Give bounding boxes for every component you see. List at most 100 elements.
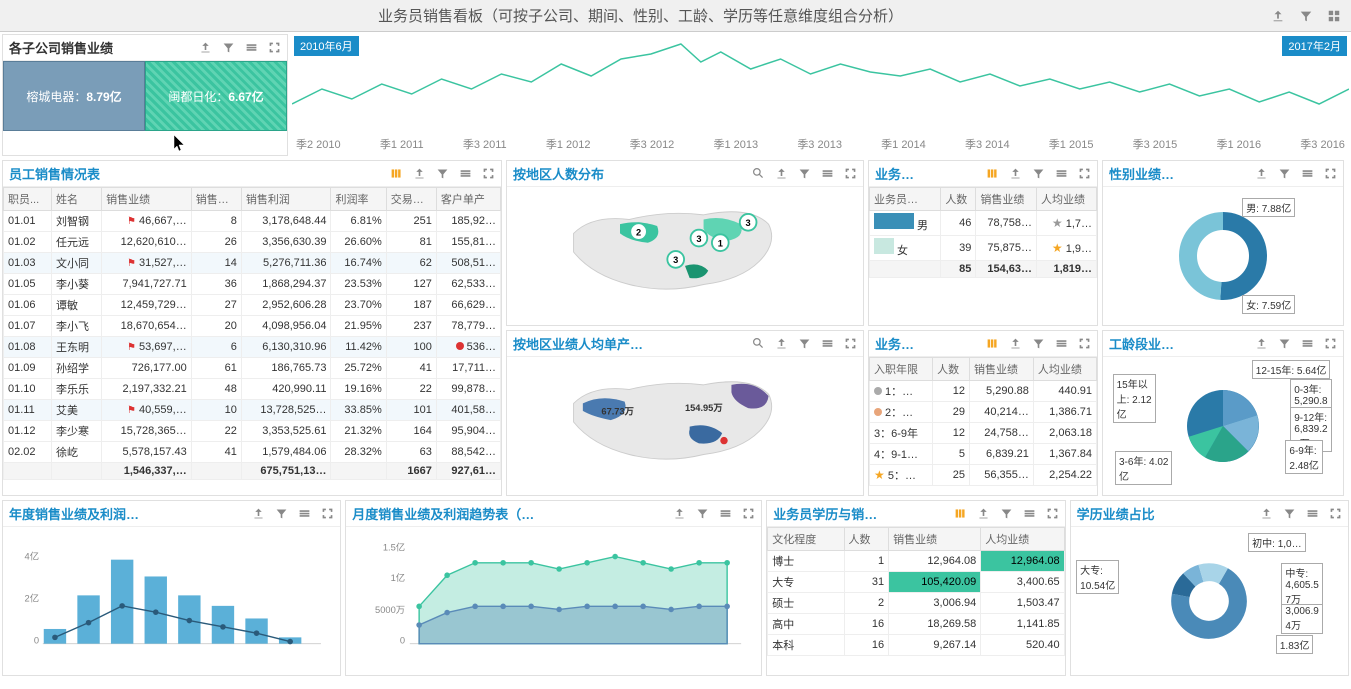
settings-icon[interactable] [1301, 167, 1314, 180]
table-row[interactable]: 01.10李乐乐2,197,332.2148420,990.1119.16%22… [4, 379, 501, 400]
settings-icon[interactable] [821, 337, 834, 350]
table-row[interactable]: 01.06谭敏12,459,729…272,952,606.2823.70%18… [4, 295, 501, 316]
export-icon[interactable] [1255, 337, 1268, 350]
table-row[interactable]: 01.03文小同⚑ 31,527,…145,276,711.3616.74%62… [4, 253, 501, 274]
tenure-table[interactable]: 入职年限人数销售业绩人均业绩 1：…125,290.88440.91 2：…29… [869, 357, 1097, 486]
col-header[interactable]: 入职年限 [870, 358, 933, 381]
region-count-map[interactable]: 2 3 1 3 3 [507, 187, 863, 325]
table-row[interactable]: 01.01刘智钢⚑ 46,667,…83,178,648.446.81%2511… [4, 211, 501, 232]
export-icon[interactable] [252, 507, 265, 520]
table-row[interactable]: 01.08王东明⚑ 53,697,…66,130,310.9611.42%100… [4, 337, 501, 358]
table-row[interactable]: 01.05李小葵7,941,727.71361,868,294.3723.53%… [4, 274, 501, 295]
table-row[interactable]: 02.02徐屹5,578,157.43411,579,484.0628.32%6… [4, 442, 501, 463]
col-header[interactable]: 人数 [941, 188, 976, 211]
settings-icon[interactable] [1306, 507, 1319, 520]
fullscreen-icon[interactable] [1078, 337, 1091, 350]
col-header[interactable]: 销售利润 [241, 188, 331, 211]
edu-donut-chart[interactable]: 初中: 1,0…中专: 4,605.5 7万3,006.9 4万1.83亿大专:… [1071, 527, 1348, 675]
col-header[interactable]: 销售业绩 [102, 188, 192, 211]
export-icon[interactable] [1260, 507, 1273, 520]
fullscreen-icon[interactable] [1329, 507, 1342, 520]
fullscreen-icon[interactable] [321, 507, 334, 520]
settings-icon[interactable] [1055, 167, 1068, 180]
filter-icon[interactable] [1032, 167, 1045, 180]
col-header[interactable]: 人均业绩 [1033, 358, 1096, 381]
export-icon[interactable] [1255, 167, 1268, 180]
table-row[interactable]: 01.02任元远12,620,610…263,356,630.3926.60%8… [4, 232, 501, 253]
col-header[interactable]: 利润率 [331, 188, 386, 211]
settings-icon[interactable] [298, 507, 311, 520]
search-icon[interactable] [752, 167, 765, 180]
export-icon[interactable] [199, 41, 212, 54]
filter-icon[interactable] [275, 507, 288, 520]
table-row[interactable]: 大专31105,420.093,400.65 [768, 572, 1064, 593]
employee-table[interactable]: 职员...姓名销售业绩销售…销售利润利润率交易…客户单产 01.01刘智钢⚑ 4… [3, 187, 501, 480]
fullscreen-icon[interactable] [1046, 507, 1059, 520]
filter-icon[interactable] [798, 167, 811, 180]
export-icon[interactable] [1271, 9, 1285, 23]
treemap-body[interactable]: 榕城电器：8.79亿 闽都日化：6.67亿 [3, 61, 287, 131]
col-header[interactable]: 销售业绩 [970, 358, 1034, 381]
filter-icon[interactable] [436, 167, 449, 180]
filter-icon[interactable] [1000, 507, 1013, 520]
fullscreen-icon[interactable] [1324, 167, 1337, 180]
table-row[interactable]: 4：9-1…56,839.211,367.84 [870, 444, 1097, 465]
export-icon[interactable] [775, 167, 788, 180]
table-row[interactable]: 男4678,758…★ 1,7… [870, 211, 1097, 236]
region-avg-map[interactable]: 67.73万 154.95万 [507, 357, 863, 495]
grid-icon[interactable] [1327, 9, 1341, 23]
treemap-block[interactable]: 榕城电器：8.79亿 [3, 61, 145, 131]
timeline-chart[interactable] [292, 34, 1349, 124]
col-header[interactable]: 销售业绩 [976, 188, 1037, 211]
filter-icon[interactable] [1283, 507, 1296, 520]
table-row[interactable]: 2：…2940,214…1,386.71 [870, 402, 1097, 423]
filter-icon[interactable] [798, 337, 811, 350]
table-row[interactable]: 01.12李少寒15,728,365…223,353,525.6121.32%1… [4, 421, 501, 442]
export-icon[interactable] [775, 337, 788, 350]
columns-icon[interactable] [986, 167, 999, 180]
settings-icon[interactable] [821, 167, 834, 180]
fullscreen-icon[interactable] [742, 507, 755, 520]
col-header[interactable]: 客户单产 [436, 188, 500, 211]
filter-icon[interactable] [1278, 337, 1291, 350]
col-header[interactable]: 人均业绩 [981, 528, 1064, 551]
filter-icon[interactable] [222, 41, 235, 54]
filter-icon[interactable] [1278, 167, 1291, 180]
export-icon[interactable] [673, 507, 686, 520]
table-row[interactable]: 3：6-9年1224,758…2,063.18 [870, 423, 1097, 444]
export-icon[interactable] [413, 167, 426, 180]
col-header[interactable]: 姓名 [51, 188, 101, 211]
export-icon[interactable] [977, 507, 990, 520]
filter-icon[interactable] [1032, 337, 1045, 350]
annual-chart[interactable]: 4亿 2亿 0 [3, 527, 340, 667]
table-row[interactable]: 01.09孙绍学726,177.0061186,765.7325.72%4117… [4, 358, 501, 379]
table-row[interactable]: 1：…125,290.88440.91 [870, 381, 1097, 402]
fullscreen-icon[interactable] [482, 167, 495, 180]
columns-icon[interactable] [390, 167, 403, 180]
table-row[interactable]: 本科169,267.14520.40 [768, 635, 1064, 656]
table-row[interactable]: 高中1618,269.581,141.85 [768, 614, 1064, 635]
search-icon[interactable] [752, 337, 765, 350]
settings-icon[interactable] [1055, 337, 1068, 350]
table-row[interactable]: 博士112,964.0812,964.08 [768, 551, 1064, 572]
col-header[interactable]: 人数 [933, 358, 970, 381]
filter-icon[interactable] [1299, 9, 1313, 23]
filter-icon[interactable] [696, 507, 709, 520]
settings-icon[interactable] [459, 167, 472, 180]
fullscreen-icon[interactable] [1324, 337, 1337, 350]
table-row[interactable]: 01.11艾美⚑ 40,559,…1013,728,525…33.85%1014… [4, 400, 501, 421]
col-header[interactable]: 销售… [191, 188, 241, 211]
col-header[interactable]: 人数 [844, 528, 889, 551]
tenure-pie-chart[interactable]: 12-15年: 5.64亿0-3年: 5,290.8 8万9-12年: 6,83… [1103, 357, 1343, 495]
fullscreen-icon[interactable] [844, 337, 857, 350]
col-header[interactable]: 职员... [4, 188, 52, 211]
edu-table[interactable]: 文化程度人数销售业绩人均业绩 博士112,964.0812,964.08大专31… [767, 527, 1064, 656]
table-row[interactable]: ★ 5：…2556,355…2,254.22 [870, 465, 1097, 486]
columns-icon[interactable] [986, 337, 999, 350]
table-row[interactable]: 硕士23,006.941,503.47 [768, 593, 1064, 614]
fullscreen-icon[interactable] [844, 167, 857, 180]
columns-icon[interactable] [954, 507, 967, 520]
table-row[interactable]: 女3975,875…★ 1,9… [870, 236, 1097, 261]
settings-icon[interactable] [719, 507, 732, 520]
sex-table[interactable]: 业务员…人数销售业绩人均业绩 男4678,758…★ 1,7… 女3975,87… [869, 187, 1097, 278]
